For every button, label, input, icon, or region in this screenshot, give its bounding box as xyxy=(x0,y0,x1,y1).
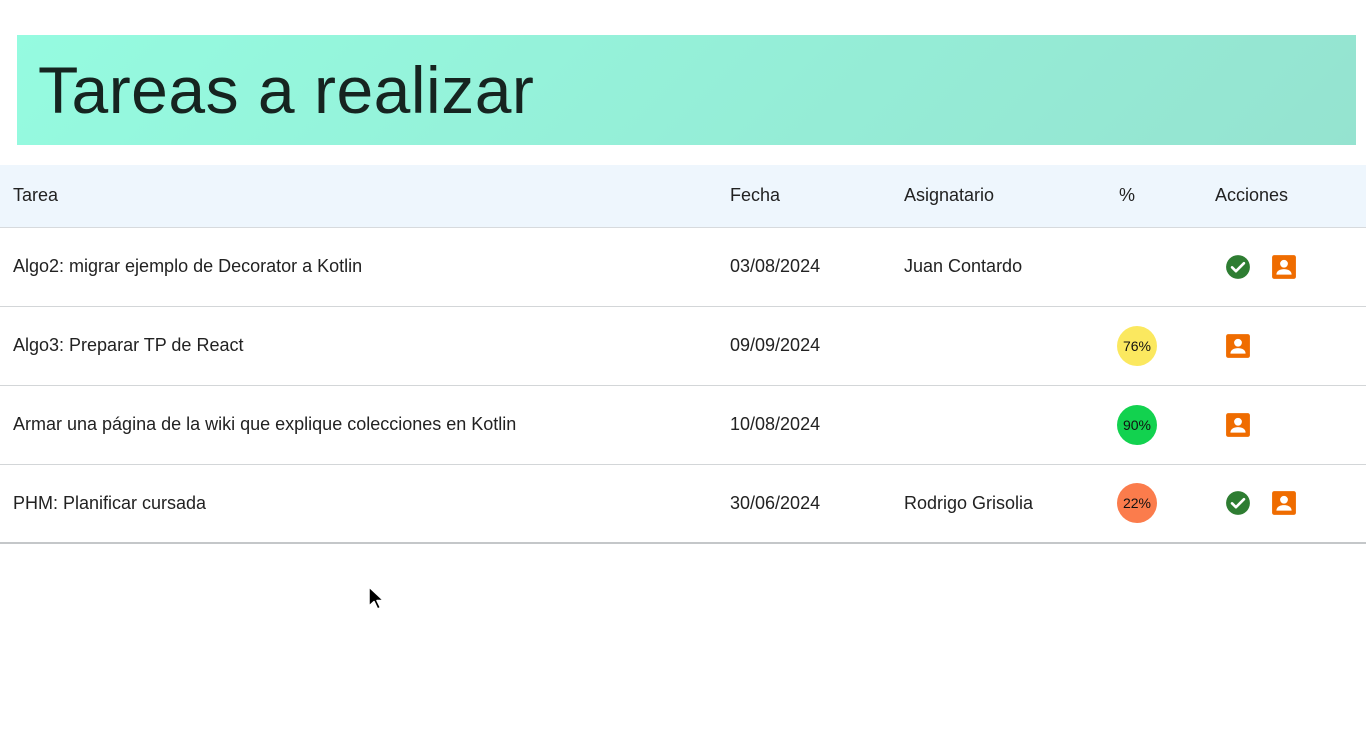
task-actions xyxy=(1215,306,1366,386)
percentage-badge: 76% xyxy=(1117,325,1157,366)
column-header-acciones: Acciones xyxy=(1215,165,1366,228)
table-header-row: Tarea Fecha Asignatario % Acciones xyxy=(0,165,1366,228)
assign-user-icon[interactable] xyxy=(1271,490,1297,516)
task-description: PHM: Planificar cursada xyxy=(0,464,730,544)
task-assignee xyxy=(904,306,1119,386)
assign-user-icon[interactable] xyxy=(1225,333,1251,359)
column-header-asignatario: Asignatario xyxy=(904,165,1119,228)
assign-user-icon[interactable] xyxy=(1225,412,1251,438)
page-banner: Tareas a realizar xyxy=(17,35,1356,145)
mouse-cursor-icon xyxy=(368,586,385,610)
table-row: Armar una página de la wiki que explique… xyxy=(0,385,1366,465)
column-header-fecha: Fecha xyxy=(730,165,904,228)
percentage-badge: 22% xyxy=(1117,483,1157,524)
tasks-table: Tarea Fecha Asignatario % Acciones Algo2… xyxy=(0,165,1366,544)
table-row: Algo3: Preparar TP de React 09/09/2024 7… xyxy=(0,306,1366,386)
task-date: 09/09/2024 xyxy=(730,306,904,386)
assign-user-icon[interactable] xyxy=(1271,254,1297,280)
task-assignee: Juan Contardo xyxy=(904,227,1119,307)
complete-icon[interactable] xyxy=(1225,490,1251,516)
task-assignee: Rodrigo Grisolia xyxy=(904,464,1119,544)
task-description: Armar una página de la wiki que explique… xyxy=(0,385,730,465)
task-assignee xyxy=(904,385,1119,465)
table-row: Algo2: migrar ejemplo de Decorator a Kot… xyxy=(0,227,1366,307)
column-header-porcentaje: % xyxy=(1119,165,1215,228)
table-body: Algo2: migrar ejemplo de Decorator a Kot… xyxy=(0,227,1366,544)
task-actions xyxy=(1215,464,1366,544)
page-title: Tareas a realizar xyxy=(38,53,535,127)
column-header-tarea: Tarea xyxy=(0,165,730,228)
task-actions xyxy=(1215,385,1366,465)
task-percentage-cell: 90% xyxy=(1117,385,1215,465)
task-description: Algo3: Preparar TP de React xyxy=(0,306,730,386)
task-percentage-cell: 22% xyxy=(1117,464,1215,544)
table-row: PHM: Planificar cursada 30/06/2024 Rodri… xyxy=(0,464,1366,544)
percentage-badge: 90% xyxy=(1117,404,1157,445)
task-percentage-cell xyxy=(1119,227,1215,307)
task-description: Algo2: migrar ejemplo de Decorator a Kot… xyxy=(0,227,730,307)
task-percentage-cell: 76% xyxy=(1117,306,1215,386)
complete-icon[interactable] xyxy=(1225,254,1251,280)
task-actions xyxy=(1215,227,1366,307)
task-date: 10/08/2024 xyxy=(730,385,904,465)
task-date: 03/08/2024 xyxy=(730,227,904,307)
task-date: 30/06/2024 xyxy=(730,464,904,544)
